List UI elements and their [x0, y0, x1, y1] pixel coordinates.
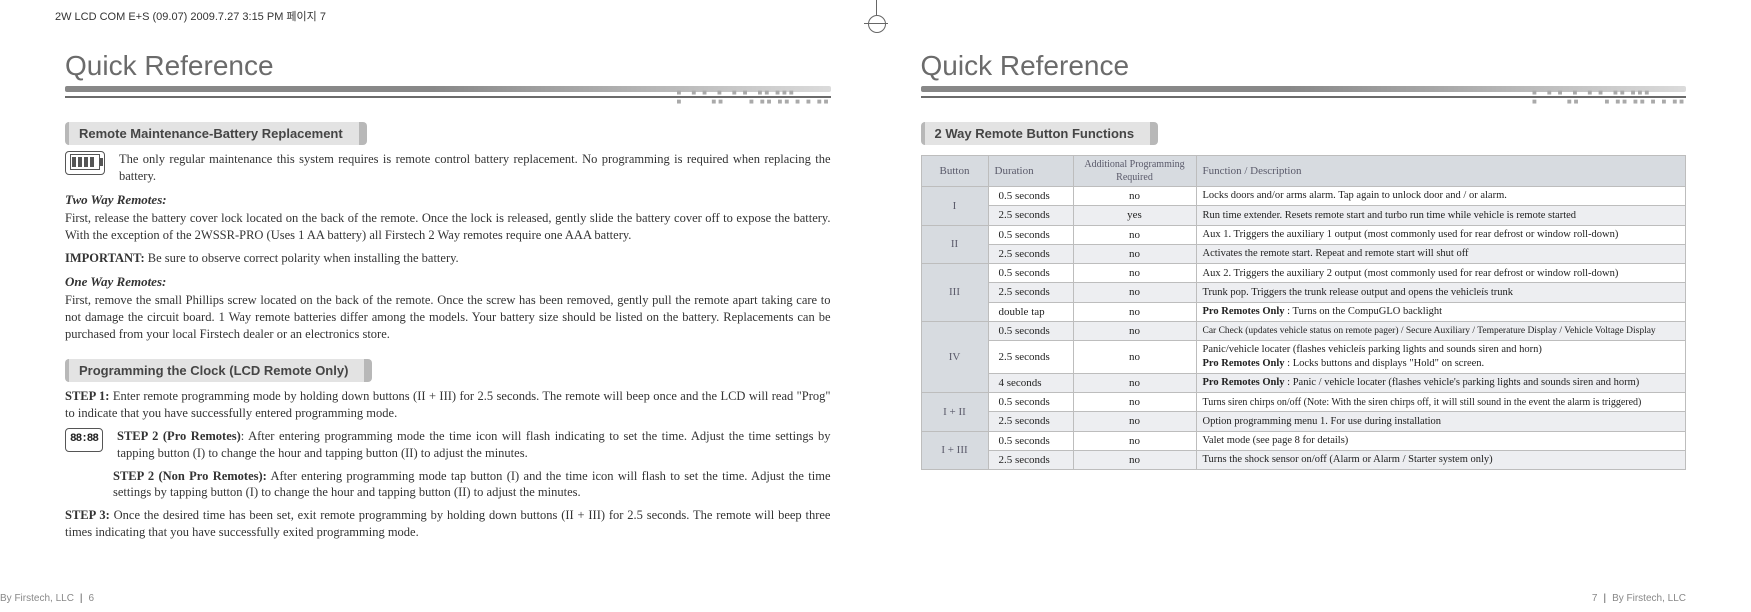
th-button: Button [921, 156, 988, 187]
cell-duration: 2.5 seconds [988, 412, 1073, 431]
cell-desc: Valet mode (see page 8 for details) [1196, 431, 1686, 450]
cell-button: II [921, 225, 988, 264]
table-row: I + III 0.5 seconds no Valet mode (see p… [921, 431, 1686, 450]
cell-duration: 0.5 seconds [988, 392, 1073, 411]
two-way-body: First, release the battery cover lock lo… [65, 210, 831, 244]
cell-desc: Pro Remotes Only : Turns on the CompuGLO… [1196, 302, 1686, 321]
cell-desc: Option programming menu 1. For use durin… [1196, 412, 1686, 431]
cell-desc: Activates the remote start. Repeat and r… [1196, 244, 1686, 263]
cell-duration: 0.5 seconds [988, 264, 1073, 283]
cell-ap: no [1073, 187, 1196, 206]
table-row: IV 0.5 seconds no Car Check (updates veh… [921, 322, 1686, 341]
cell-button: III [921, 264, 988, 322]
page-title: Quick Reference [921, 50, 1687, 82]
cell-desc: Car Check (updates vehicle status on rem… [1196, 322, 1686, 341]
heading-rule: ■ ■ ■ ■ ■ ■ ■■ ■■■■ ■■ ■ ■■ ■■ ■ ■ ■■ [921, 86, 1687, 112]
cell-ap: no [1073, 244, 1196, 263]
table-row: 2.5 seconds no Activates the remote star… [921, 244, 1686, 263]
cell-duration: double tap [988, 302, 1073, 321]
table-row: I + II 0.5 seconds no Turns siren chirps… [921, 392, 1686, 411]
cell-ap: yes [1073, 206, 1196, 225]
button-function-table: Button Duration Additional ProgrammingRe… [921, 155, 1687, 470]
two-way-important: IMPORTANT: Be sure to observe correct po… [65, 250, 831, 267]
cell-duration: 2.5 seconds [988, 450, 1073, 469]
step3: STEP 3: Once the desired time has been s… [65, 507, 831, 541]
cell-desc: Locks doors and/or arms alarm. Tap again… [1196, 187, 1686, 206]
step1: STEP 1: Enter remote programming mode by… [65, 388, 831, 422]
one-way-heading: One Way Remotes: [65, 273, 831, 291]
step2-pro: STEP 2 (Pro Remotes): After entering pro… [117, 428, 830, 462]
heading-rule: ■ ■ ■ ■ ■ ■ ■■ ■■■■ ■■ ■ ■■ ■■ ■ ■ ■■ [65, 86, 831, 112]
th-duration: Duration [988, 156, 1073, 187]
cell-ap: no [1073, 450, 1196, 469]
page-title: Quick Reference [65, 50, 831, 82]
cell-duration: 0.5 seconds [988, 187, 1073, 206]
table-header-row: Button Duration Additional ProgrammingRe… [921, 156, 1686, 187]
cell-ap: no [1073, 373, 1196, 392]
lcd-clock-icon: 88:88 [65, 428, 103, 452]
cell-ap: no [1073, 392, 1196, 411]
cell-ap: no [1073, 431, 1196, 450]
cell-desc: Aux 2. Triggers the auxiliary 2 output (… [1196, 264, 1686, 283]
intro-text: The only regular maintenance this system… [119, 151, 831, 185]
cell-ap: no [1073, 412, 1196, 431]
cell-ap: no [1073, 225, 1196, 244]
cell-desc: Panic/vehicle locater (flashes vehicleís… [1196, 341, 1686, 373]
one-way-body: First, remove the small Phillips screw l… [65, 292, 831, 343]
cell-duration: 4 seconds [988, 373, 1073, 392]
cell-ap: no [1073, 264, 1196, 283]
table-row: 2.5 seconds yes Run time extender. Reset… [921, 206, 1686, 225]
crop-header: 2W LCD COM E+S (09.07) 2009.7.27 3:15 PM… [55, 8, 326, 24]
table-row: II 0.5 seconds no Aux 1. Triggers the au… [921, 225, 1686, 244]
cell-duration: 0.5 seconds [988, 431, 1073, 450]
cell-button: I + III [921, 431, 988, 470]
section-clock: Programming the Clock (LCD Remote Only) [65, 359, 370, 382]
table-row: 2.5 seconds no Turns the shock sensor on… [921, 450, 1686, 469]
footer-right: 7|By Firstech, LLC [1592, 593, 1686, 604]
th-description: Function / Description [1196, 156, 1686, 187]
cell-duration: 0.5 seconds [988, 225, 1073, 244]
footer-left: By Firstech, LLC|6 [0, 593, 94, 604]
cell-desc: Aux 1. Triggers the auxiliary 1 output (… [1196, 225, 1686, 244]
cell-duration: 2.5 seconds [988, 244, 1073, 263]
cell-ap: no [1073, 283, 1196, 302]
cell-button: I + II [921, 392, 988, 431]
table-row: I 0.5 seconds no Locks doors and/or arms… [921, 187, 1686, 206]
cell-desc: Run time extender. Resets remote start a… [1196, 206, 1686, 225]
cell-ap: no [1073, 302, 1196, 321]
table-row: III 0.5 seconds no Aux 2. Triggers the a… [921, 264, 1686, 283]
cell-desc: Turns siren chirps on/off (Note: With th… [1196, 392, 1686, 411]
cell-ap: no [1073, 322, 1196, 341]
page-spread: Quick Reference ■ ■ ■ ■ ■ ■ ■■ ■■■■ ■■ ■… [0, 0, 1751, 612]
table-row: 4 seconds no Pro Remotes Only : Panic / … [921, 373, 1686, 392]
cell-button: IV [921, 322, 988, 393]
cell-duration: 2.5 seconds [988, 206, 1073, 225]
table-row: 2.5 seconds no Panic/vehicle locater (fl… [921, 341, 1686, 373]
cell-ap: no [1073, 341, 1196, 373]
center-crop-mark [876, 0, 877, 30]
table-row: double tap no Pro Remotes Only : Turns o… [921, 302, 1686, 321]
section-battery: Remote Maintenance-Battery Replacement [65, 122, 365, 145]
two-way-heading: Two Way Remotes: [65, 191, 831, 209]
battery-icon [65, 151, 105, 175]
section-button-functions: 2 Way Remote Button Functions [921, 122, 1157, 145]
page-left: Quick Reference ■ ■ ■ ■ ■ ■ ■■ ■■■■ ■■ ■… [0, 40, 876, 612]
step2-nonpro: STEP 2 (Non Pro Remotes): After entering… [113, 468, 831, 502]
cell-desc: Pro Remotes Only : Panic / vehicle locat… [1196, 373, 1686, 392]
table-row: 2.5 seconds no Option programming menu 1… [921, 412, 1686, 431]
cell-desc: Trunk pop. Triggers the trunk release ou… [1196, 283, 1686, 302]
page-right: Quick Reference ■ ■ ■ ■ ■ ■ ■■ ■■■■ ■■ ■… [876, 40, 1751, 612]
cell-duration: 2.5 seconds [988, 283, 1073, 302]
cell-duration: 0.5 seconds [988, 322, 1073, 341]
table-row: 2.5 seconds no Trunk pop. Triggers the t… [921, 283, 1686, 302]
cell-desc: Turns the shock sensor on/off (Alarm or … [1196, 450, 1686, 469]
th-programming: Additional ProgrammingRequired [1073, 156, 1196, 187]
cell-duration: 2.5 seconds [988, 341, 1073, 373]
cell-button: I [921, 187, 988, 226]
